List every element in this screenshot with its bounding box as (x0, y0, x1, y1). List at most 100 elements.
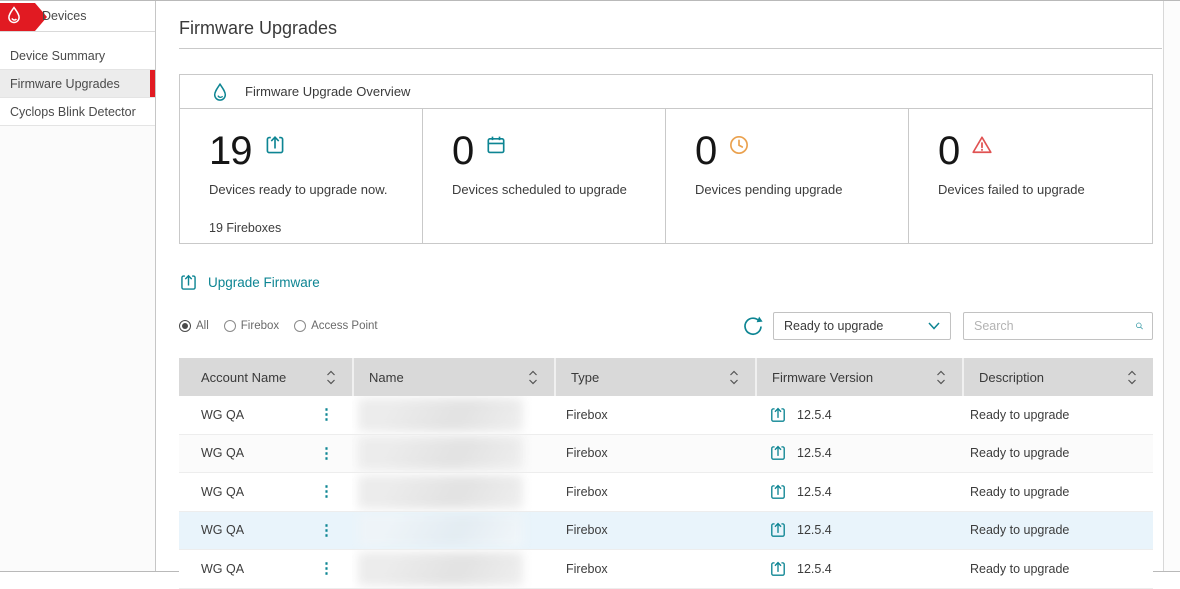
sidebar-header-label: Devices (42, 1, 86, 31)
sidebar: Devices Device Summary Firmware Upgrades… (0, 1, 156, 571)
table-body: WG QA ⋮ Firebox 12.5.4 Ready to upgrade … (179, 396, 1153, 589)
row-actions-kebab-icon[interactable]: ⋮ (315, 484, 338, 499)
chevron-down-icon (928, 322, 940, 330)
description-cell: Ready to upgrade (962, 550, 1153, 588)
upgrade-icon (769, 521, 787, 539)
type-text: Firebox (566, 485, 608, 499)
firmware-version-text: 12.5.4 (797, 408, 832, 422)
search-input[interactable] (974, 319, 1135, 333)
name-cell (352, 435, 554, 473)
type-cell: Firebox (554, 435, 755, 473)
sidebar-item-firmware-upgrades[interactable]: Firmware Upgrades (0, 70, 155, 98)
column-header-type[interactable]: Type (554, 358, 755, 396)
radio-label: Firebox (241, 320, 279, 332)
stat-pending-upgrade: 0 Devices pending upgrade (666, 109, 909, 243)
sidebar-filler (0, 126, 155, 127)
firmware-version-text: 12.5.4 (797, 523, 832, 537)
filter-radio-access-point[interactable]: Access Point (294, 320, 377, 332)
radio-label: Access Point (311, 320, 377, 332)
column-label: Name (369, 370, 404, 385)
sidebar-nav: Device Summary Firmware Upgrades Cyclops… (0, 32, 155, 126)
account-name-text: WG QA (201, 408, 244, 422)
description-text: Ready to upgrade (970, 485, 1069, 499)
row-actions-kebab-icon[interactable]: ⋮ (315, 561, 338, 576)
table-row[interactable]: WG QA ⋮ Firebox 12.5.4 Ready to upgrade (179, 396, 1153, 435)
account-name-cell: WG QA ⋮ (179, 550, 352, 588)
column-header-account-name[interactable]: Account Name (179, 358, 352, 396)
column-label: Account Name (201, 370, 286, 385)
overview-card-title: Firmware Upgrade Overview (245, 84, 410, 99)
table-row[interactable]: WG QA ⋮ Firebox 12.5.4 Ready to upgrade (179, 550, 1153, 589)
table-header-row: Account Name Name Type Firmware Version … (179, 358, 1153, 396)
sidebar-item-device-summary[interactable]: Device Summary (0, 42, 155, 70)
name-cell (352, 512, 554, 550)
table-row[interactable]: WG QA ⋮ Firebox 12.5.4 Ready to upgrade (179, 512, 1153, 551)
account-name-cell: WG QA ⋮ (179, 435, 352, 473)
devices-ribbon-banner (0, 3, 48, 31)
type-cell: Firebox (554, 473, 755, 511)
upgrade-firmware-button[interactable]: Upgrade Firmware (179, 273, 320, 292)
redacted-device-name (358, 513, 523, 547)
description-cell: Ready to upgrade (962, 435, 1153, 473)
account-name-text: WG QA (201, 446, 244, 460)
main-content: Firmware Upgrades Firmware Upgrade Overv… (157, 1, 1162, 571)
stat-value: 0 (938, 131, 959, 171)
table-row[interactable]: WG QA ⋮ Firebox 12.5.4 Ready to upgrade (179, 473, 1153, 512)
upgrade-icon (264, 134, 286, 156)
sidebar-item-cyclops-blink-detector[interactable]: Cyclops Blink Detector (0, 98, 155, 126)
table-row[interactable]: WG QA ⋮ Firebox 12.5.4 Ready to upgrade (179, 435, 1153, 474)
redacted-device-name (358, 475, 523, 509)
firmware-version-cell: 12.5.4 (755, 396, 962, 434)
filter-radio-firebox[interactable]: Firebox (224, 320, 279, 332)
sort-icon[interactable] (528, 370, 538, 385)
description-cell: Ready to upgrade (962, 473, 1153, 511)
stat-value: 19 (209, 131, 252, 171)
overview-stats: 19 Devices ready to upgrade now. 19 Fire… (180, 109, 1152, 243)
type-text: Firebox (566, 523, 608, 537)
column-header-name[interactable]: Name (352, 358, 554, 396)
name-cell (352, 550, 554, 588)
firmware-overview-card: Firmware Upgrade Overview 19 Devices rea… (179, 74, 1153, 244)
row-actions-kebab-icon[interactable]: ⋮ (315, 407, 338, 422)
sort-icon[interactable] (936, 370, 946, 385)
account-name-cell: WG QA ⋮ (179, 512, 352, 550)
description-cell: Ready to upgrade (962, 396, 1153, 434)
account-name-text: WG QA (201, 523, 244, 537)
filter-radio-all[interactable]: All (179, 320, 209, 332)
status-filter-value: Ready to upgrade (784, 319, 883, 333)
description-text: Ready to upgrade (970, 562, 1069, 576)
column-header-firmware-version[interactable]: Firmware Version (755, 358, 962, 396)
search-icon[interactable] (1135, 317, 1144, 335)
account-name-text: WG QA (201, 485, 244, 499)
sort-icon[interactable] (326, 370, 336, 385)
title-divider (179, 48, 1162, 49)
clock-icon (728, 134, 750, 156)
upgrade-firmware-label: Upgrade Firmware (208, 275, 320, 290)
account-name-text: WG QA (201, 562, 244, 576)
radio-icon (179, 320, 191, 332)
refresh-icon (741, 314, 765, 338)
sidebar-header[interactable]: Devices (0, 1, 155, 32)
type-text: Firebox (566, 446, 608, 460)
status-filter-dropdown[interactable]: Ready to upgrade (773, 312, 951, 340)
calendar-icon (485, 134, 507, 156)
radio-icon (224, 320, 236, 332)
column-label: Description (979, 370, 1044, 385)
row-actions-kebab-icon[interactable]: ⋮ (315, 446, 338, 461)
stat-failed-to-upgrade: 0 Devices failed to upgrade (909, 109, 1152, 243)
right-controls: Ready to upgrade (741, 312, 1153, 340)
stat-sublabel: 19 Fireboxes (209, 221, 398, 235)
row-actions-kebab-icon[interactable]: ⋮ (315, 523, 338, 538)
refresh-button[interactable] (741, 314, 765, 338)
sort-icon[interactable] (729, 370, 739, 385)
description-text: Ready to upgrade (970, 446, 1069, 460)
sort-icon[interactable] (1127, 370, 1137, 385)
column-header-description[interactable]: Description (962, 358, 1153, 396)
warning-icon (971, 134, 993, 156)
search-box (963, 312, 1153, 340)
stat-value: 0 (452, 131, 473, 171)
name-cell (352, 473, 554, 511)
column-label: Firmware Version (772, 370, 873, 385)
scroll-gutter[interactable] (1163, 1, 1180, 571)
droplet-icon (210, 82, 230, 102)
